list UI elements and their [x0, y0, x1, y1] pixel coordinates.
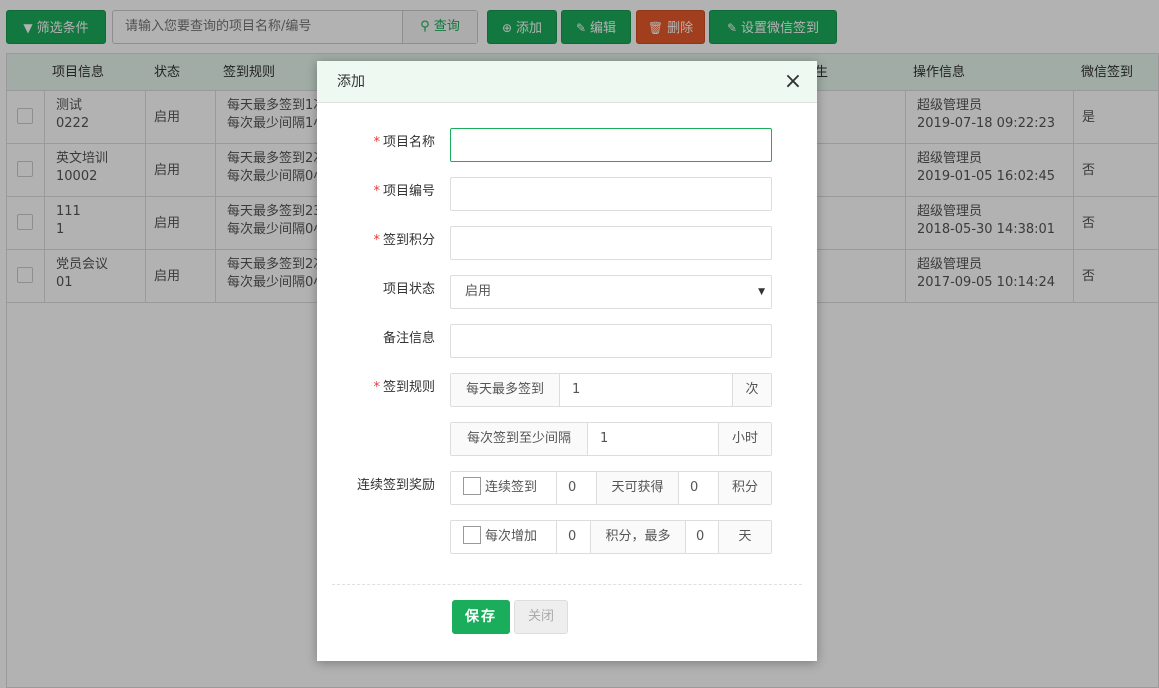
signin-points-input[interactable] [450, 226, 772, 260]
label-remark: 备注信息 [382, 331, 435, 346]
project-name-input[interactable] [450, 128, 772, 162]
dialog-header: 添加 × [317, 61, 817, 103]
dialog-divider [332, 584, 802, 585]
consecutive-checkbox[interactable] [463, 477, 481, 495]
increment-suffix: 天 [718, 521, 771, 553]
consecutive-suffix: 积分 [718, 472, 771, 504]
increment-checkbox[interactable] [463, 526, 481, 544]
consecutive-points-input[interactable]: 0 [678, 472, 718, 504]
label-code: * 项目编号 [373, 184, 435, 199]
label-rule: * 签到规则 [373, 380, 435, 395]
increment-points-input[interactable]: 0 [556, 521, 590, 553]
label-name: * 项目名称 [373, 135, 435, 150]
daily-max-prefix: 每天最多签到 [451, 374, 559, 406]
project-status-select[interactable]: 启用 ▼ [450, 275, 772, 309]
interval-input[interactable]: 1 [587, 423, 718, 455]
interval-prefix: 每次签到至少间隔 [451, 423, 587, 455]
label-reward: 连续签到奖励 [356, 478, 435, 493]
close-button[interactable]: 关闭 [514, 600, 568, 634]
add-project-dialog: 添加 × * 项目名称 * 项目编号 * 签到积分 项目状态 启用 ▼ 备注信息 * 签… [317, 61, 817, 661]
dialog-title: 添加 [337, 74, 365, 90]
close-icon[interactable]: × [783, 61, 803, 103]
label-points: * 签到积分 [373, 233, 435, 248]
project-code-input[interactable] [450, 177, 772, 211]
consecutive-reward-group: 连续签到 0 天可获得 0 积分 [450, 471, 772, 505]
interval-suffix: 小时 [718, 423, 771, 455]
increment-days-input[interactable]: 0 [685, 521, 718, 553]
daily-max-input[interactable]: 1 [559, 374, 732, 406]
increment-checkbox-label[interactable]: 每次增加 [451, 521, 556, 553]
remark-input[interactable] [450, 324, 772, 358]
consecutive-days-input[interactable]: 0 [556, 472, 596, 504]
label-status: 项目状态 [382, 282, 435, 297]
save-button[interactable]: 保存 [452, 600, 510, 634]
consecutive-mid-text: 天可获得 [596, 472, 678, 504]
daily-max-suffix: 次 [732, 374, 771, 406]
increment-mid-text: 积分，最多 [590, 521, 685, 553]
daily-max-group: 每天最多签到 1 次 [450, 373, 772, 407]
interval-group: 每次签到至少间隔 1 小时 [450, 422, 772, 456]
caret-down-icon: ▼ [758, 287, 765, 297]
consecutive-checkbox-label[interactable]: 连续签到 [451, 472, 556, 504]
increment-reward-group: 每次增加 0 积分，最多 0 天 [450, 520, 772, 554]
